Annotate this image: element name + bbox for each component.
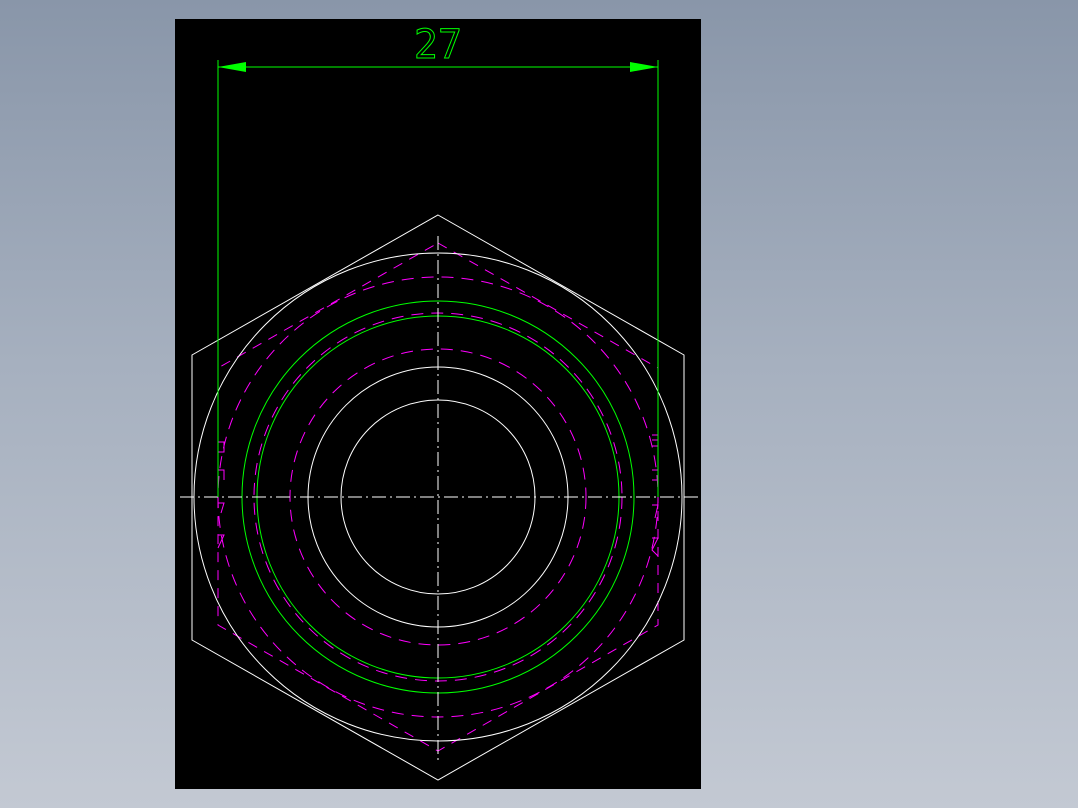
dimension-label: 27 (414, 22, 462, 68)
dimension-arrow-right (630, 62, 658, 72)
cad-viewport[interactable]: 27 (175, 19, 701, 789)
dimension-arrow-left (218, 62, 246, 72)
right-side-marks (651, 434, 659, 557)
hex-nut-drawing: 27 (180, 22, 698, 781)
